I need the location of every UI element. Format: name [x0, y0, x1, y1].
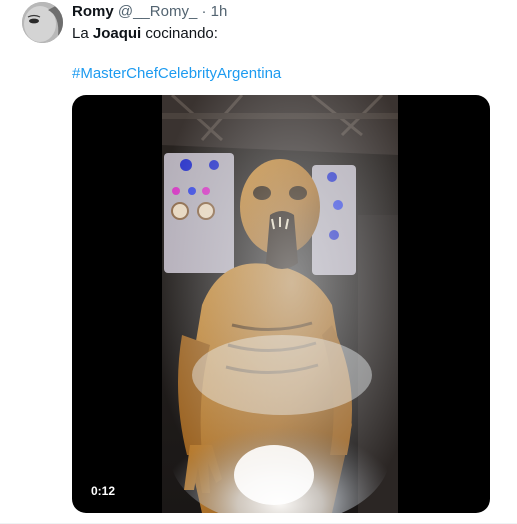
avatar[interactable]	[22, 2, 63, 43]
video-frame	[162, 95, 398, 513]
video-thumbnail	[162, 95, 398, 513]
avatar-image	[22, 2, 63, 43]
tweet-header: Romy @__Romy_ · 1h	[72, 3, 227, 21]
tweet-text-part: La	[72, 25, 93, 42]
author-handle[interactable]: @__Romy_	[118, 3, 197, 20]
video-duration: 0:12	[85, 482, 122, 500]
tweet[interactable]: Romy @__Romy_ · 1h La Joaqui cocinando: …	[0, 0, 517, 524]
video-player[interactable]: 0:12	[72, 95, 490, 513]
tweet-text: La Joaqui cocinando:	[72, 25, 218, 43]
tweet-text-bold: Joaqui	[92, 25, 142, 42]
author-name[interactable]: Romy	[72, 3, 114, 20]
tweet-text-part: cocinando:	[141, 25, 218, 42]
tweet-time[interactable]: 1h	[211, 3, 228, 20]
hashtag-link[interactable]: #MasterChefCelebrityArgentina	[72, 65, 281, 83]
separator-dot: ·	[201, 3, 207, 20]
